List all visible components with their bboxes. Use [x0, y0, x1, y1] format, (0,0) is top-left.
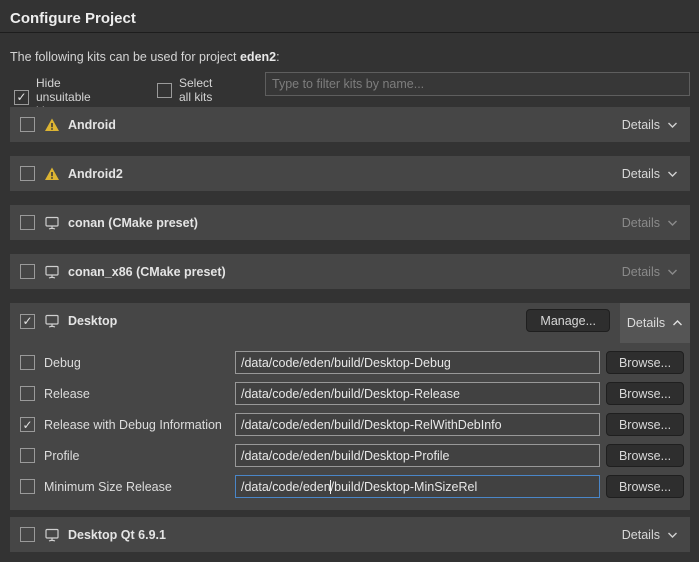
config-checkbox[interactable] — [20, 448, 35, 463]
config-label: Debug — [44, 356, 81, 370]
checkbox-checked-icon[interactable]: ✓ — [14, 90, 29, 105]
build-dir-input-relwithdebinfo[interactable] — [235, 413, 600, 436]
config-checkbox[interactable] — [20, 386, 35, 401]
kit-checkbox[interactable] — [20, 215, 35, 230]
kit-filter-input[interactable] — [265, 72, 690, 96]
build-config-row-release: Release Browse... — [10, 382, 690, 405]
config-label: Release with Debug Information — [44, 418, 222, 432]
config-checkbox[interactable] — [20, 479, 35, 494]
kit-row-desktop-qt[interactable]: Desktop Qt 6.9.1 Details — [10, 517, 690, 552]
build-dir-input-minsizerel-focused[interactable]: /data/code/eden/build/Desktop-MinSizeRel — [235, 475, 600, 498]
build-dir-input-profile[interactable] — [235, 444, 600, 467]
chevron-up-icon — [672, 319, 683, 327]
chevron-down-icon — [667, 219, 678, 227]
kit-name: Android — [68, 118, 116, 132]
project-name: eden2 — [240, 50, 276, 64]
desktop-icon — [44, 215, 60, 231]
select-all-kits-checkbox[interactable]: Select all kits — [157, 76, 212, 104]
kit-row-desktop-expanded: ✓ Desktop Manage... Details Debug Browse… — [10, 303, 690, 510]
kit-checkbox[interactable] — [20, 117, 35, 132]
chevron-down-icon — [667, 121, 678, 129]
desktop-icon — [44, 313, 60, 329]
details-button[interactable]: Details — [610, 517, 690, 552]
kit-checkbox-checked[interactable]: ✓ — [20, 314, 35, 329]
details-button-expanded[interactable]: Details — [620, 303, 690, 343]
desktop-icon — [44, 527, 60, 543]
config-label: Minimum Size Release — [44, 480, 172, 494]
config-label: Profile — [44, 449, 79, 463]
title-separator — [0, 32, 699, 33]
kit-checkbox[interactable] — [20, 527, 35, 542]
desktop-kit-header[interactable]: ✓ Desktop Manage... Details — [10, 303, 690, 343]
kit-row-android2[interactable]: Android2 Details — [10, 156, 690, 191]
chevron-down-icon — [667, 531, 678, 539]
chevron-down-icon — [667, 170, 678, 178]
kit-name: conan_x86 (CMake preset) — [68, 265, 226, 279]
build-config-row-relwithdebinfo: ✓ Release with Debug Information Browse.… — [10, 413, 690, 436]
intro-text: The following kits can be used for proje… — [10, 50, 280, 64]
build-dir-input-debug[interactable] — [235, 351, 600, 374]
config-checkbox[interactable] — [20, 355, 35, 370]
config-checkbox-checked[interactable]: ✓ — [20, 417, 35, 432]
kit-name: Desktop Qt 6.9.1 — [68, 528, 166, 542]
manage-kits-button[interactable]: Manage... — [526, 309, 610, 332]
page-title: Configure Project — [10, 10, 136, 27]
details-button[interactable]: Details — [610, 156, 690, 191]
kit-name: Android2 — [68, 167, 123, 181]
browse-button[interactable]: Browse... — [606, 382, 684, 405]
browse-button[interactable]: Browse... — [606, 444, 684, 467]
kit-name: Desktop — [68, 314, 117, 328]
configure-project-page: Configure Project The following kits can… — [0, 0, 699, 562]
build-config-row-minsizerel: Minimum Size Release /data/code/eden/bui… — [10, 475, 690, 498]
details-button[interactable]: Details — [610, 254, 690, 289]
build-config-row-debug: Debug Browse... — [10, 351, 690, 374]
select-all-kits-label: Select all kits — [179, 76, 212, 104]
desktop-icon — [44, 264, 60, 280]
kit-row-conan[interactable]: conan (CMake preset) Details — [10, 205, 690, 240]
build-config-row-profile: Profile Browse... — [10, 444, 690, 467]
browse-button[interactable]: Browse... — [606, 351, 684, 374]
details-button[interactable]: Details — [610, 107, 690, 142]
warning-icon — [44, 117, 60, 133]
config-label: Release — [44, 387, 90, 401]
kit-row-conan-x86[interactable]: conan_x86 (CMake preset) Details — [10, 254, 690, 289]
warning-icon — [44, 166, 60, 182]
details-button[interactable]: Details — [610, 205, 690, 240]
build-dir-input-release[interactable] — [235, 382, 600, 405]
kit-checkbox[interactable] — [20, 264, 35, 279]
kit-name: conan (CMake preset) — [68, 216, 198, 230]
browse-button[interactable]: Browse... — [606, 413, 684, 436]
chevron-down-icon — [667, 268, 678, 276]
browse-button[interactable]: Browse... — [606, 475, 684, 498]
kit-checkbox[interactable] — [20, 166, 35, 181]
kit-row-android[interactable]: Android Details — [10, 107, 690, 142]
checkbox-unchecked-icon[interactable] — [157, 83, 172, 98]
